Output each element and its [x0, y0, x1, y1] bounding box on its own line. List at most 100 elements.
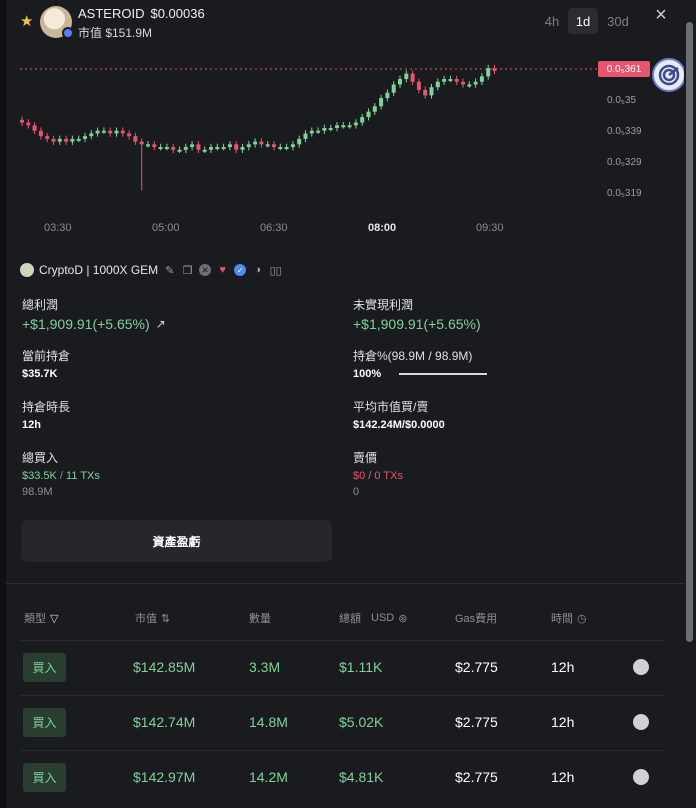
candle-body — [120, 130, 125, 134]
candle-body — [297, 138, 302, 145]
col-type[interactable]: 類型 ▽ — [24, 610, 58, 626]
scrollbar[interactable] — [684, 0, 696, 808]
copy-icon[interactable]: ❐ — [181, 264, 194, 277]
candle-body — [146, 144, 150, 147]
candle-body — [360, 117, 365, 123]
verified-icon[interactable]: ✓ — [234, 264, 247, 276]
candle-body — [76, 138, 81, 141]
candle-body — [89, 133, 94, 137]
candlestick-plot — [20, 64, 598, 191]
avg-market-cap-label: 平均市值買/賣 — [353, 400, 429, 414]
timeframe-4h[interactable]: 4h — [537, 8, 567, 34]
candle-body — [38, 130, 43, 137]
col-quantity: 數量 — [249, 610, 271, 626]
candle-body — [57, 138, 62, 142]
col-gas-label: Gas費用 — [455, 613, 498, 625]
close-icon[interactable]: × — [650, 4, 672, 26]
timeframe-30d[interactable]: 30d — [603, 8, 633, 34]
tx-explorer-icon[interactable] — [633, 769, 649, 785]
tx-explorer-icon[interactable] — [633, 659, 649, 675]
avg-market-cap: 平均市值買/賣 $142.24M/$0.0000 — [353, 398, 653, 431]
timeframe-1d[interactable]: 1d — [568, 8, 598, 34]
col-total[interactable]: 總額 USD ⊛ — [339, 610, 407, 626]
currency-switch-icon[interactable]: ⊛ — [398, 612, 407, 625]
price-chart[interactable]: 0.0₅361 0.0₅35 0.0₅339 0.0₅329 0.0₅319 0… — [6, 50, 690, 250]
tx-explorer-icon[interactable] — [633, 714, 649, 730]
y-axis-label: 0.0₅319 — [607, 188, 642, 199]
candle-body — [372, 106, 377, 112]
candle-body — [404, 73, 409, 80]
candle-body — [83, 136, 87, 139]
col-quantity-label: 數量 — [249, 613, 271, 625]
candle-body — [196, 144, 201, 150]
total-buy-amount: $33.5K — [22, 470, 57, 482]
candle-body — [20, 119, 24, 123]
buy-badge: 買入 — [23, 708, 66, 737]
chart-link-icon[interactable]: ◑ — [251, 264, 264, 277]
candle-body — [272, 144, 276, 148]
asset-pnl-button[interactable]: 資產盈虧 — [21, 520, 332, 562]
candle-body — [454, 79, 459, 82]
heart-icon[interactable]: ♥ — [216, 264, 229, 277]
unrealized-profit-value: +$1,909.91(+5.65%) — [353, 316, 481, 332]
unrealized-profit-label: 未實現利潤 — [353, 298, 414, 312]
candle-body — [290, 144, 295, 148]
edit-icon[interactable]: ✎ — [163, 264, 176, 277]
candle-body — [101, 130, 106, 133]
total-buy: 總買入 $33.5K / 11 TXs 98.9M — [22, 449, 322, 498]
col-market-cap[interactable]: 市值 ⇅ — [135, 610, 170, 626]
candle-body — [95, 130, 100, 134]
buy-badge: 買入 — [23, 653, 66, 682]
holding-duration-value: 12h — [22, 419, 41, 431]
table-row: 買入 $142.97M 14.2M $4.81K $2.775 12h — [21, 750, 664, 805]
external-link-icon[interactable]: ↗ — [156, 317, 166, 331]
row-total: $1.11K — [339, 659, 383, 675]
favorite-star-icon[interactable]: ★ — [20, 12, 33, 30]
row-total: $5.02K — [339, 714, 384, 730]
x-twitter-icon[interactable]: ✕ — [199, 264, 212, 276]
separator: / — [56, 470, 67, 482]
candle-body — [398, 79, 402, 85]
candle-body — [265, 144, 270, 147]
x-axis-label: 09:30 — [476, 222, 504, 234]
candle-body — [114, 130, 119, 134]
y-axis-label: 0.0₅329 — [607, 157, 642, 168]
scrollbar-thumb[interactable] — [686, 22, 693, 642]
token-name: ASTEROID — [78, 6, 145, 21]
row-time: 12h — [551, 714, 575, 730]
holding-duration-label: 持倉時長 — [22, 400, 71, 414]
candle-body — [303, 133, 308, 139]
row-quantity: 14.8M — [249, 714, 288, 730]
candle-body — [259, 141, 264, 145]
wallet-name[interactable]: CryptoD | 1000X GEM — [39, 263, 158, 277]
total-buy-label: 總買入 — [22, 451, 59, 465]
candlestick-icon[interactable]: ▯▯ — [269, 264, 282, 277]
col-time[interactable]: 時間 ◷ — [551, 610, 587, 626]
total-buy-qty: 98.9M — [22, 486, 53, 498]
clock-icon[interactable]: ◷ — [577, 612, 587, 625]
candle-body — [221, 147, 226, 150]
col-total-label: 總額 — [339, 613, 361, 625]
wallet-avatar — [20, 263, 34, 277]
row-quantity: 14.2M — [249, 769, 288, 785]
candle-body — [492, 68, 497, 71]
sell-price: 賣價 $0 / 0 TXs 0 — [353, 449, 653, 498]
candle-body — [164, 147, 169, 150]
candle-body — [385, 92, 390, 99]
candle-body — [442, 79, 447, 82]
candle-body — [70, 138, 75, 142]
candle-body — [190, 144, 195, 148]
radar-scan-icon[interactable] — [652, 58, 686, 92]
candle-body — [177, 149, 182, 152]
current-price-label: 0.0₅361 — [598, 61, 650, 77]
candle-body — [316, 130, 321, 133]
filter-icon[interactable]: ▽ — [50, 612, 58, 625]
candle-body — [391, 84, 396, 93]
holding-duration: 持倉時長 12h — [22, 398, 322, 431]
row-market-cap: $142.74M — [133, 714, 196, 730]
sort-icon[interactable]: ⇅ — [161, 612, 170, 625]
candle-body — [215, 147, 220, 150]
candle-body — [64, 138, 69, 142]
candle-body — [152, 144, 157, 148]
candle-body — [353, 122, 358, 126]
